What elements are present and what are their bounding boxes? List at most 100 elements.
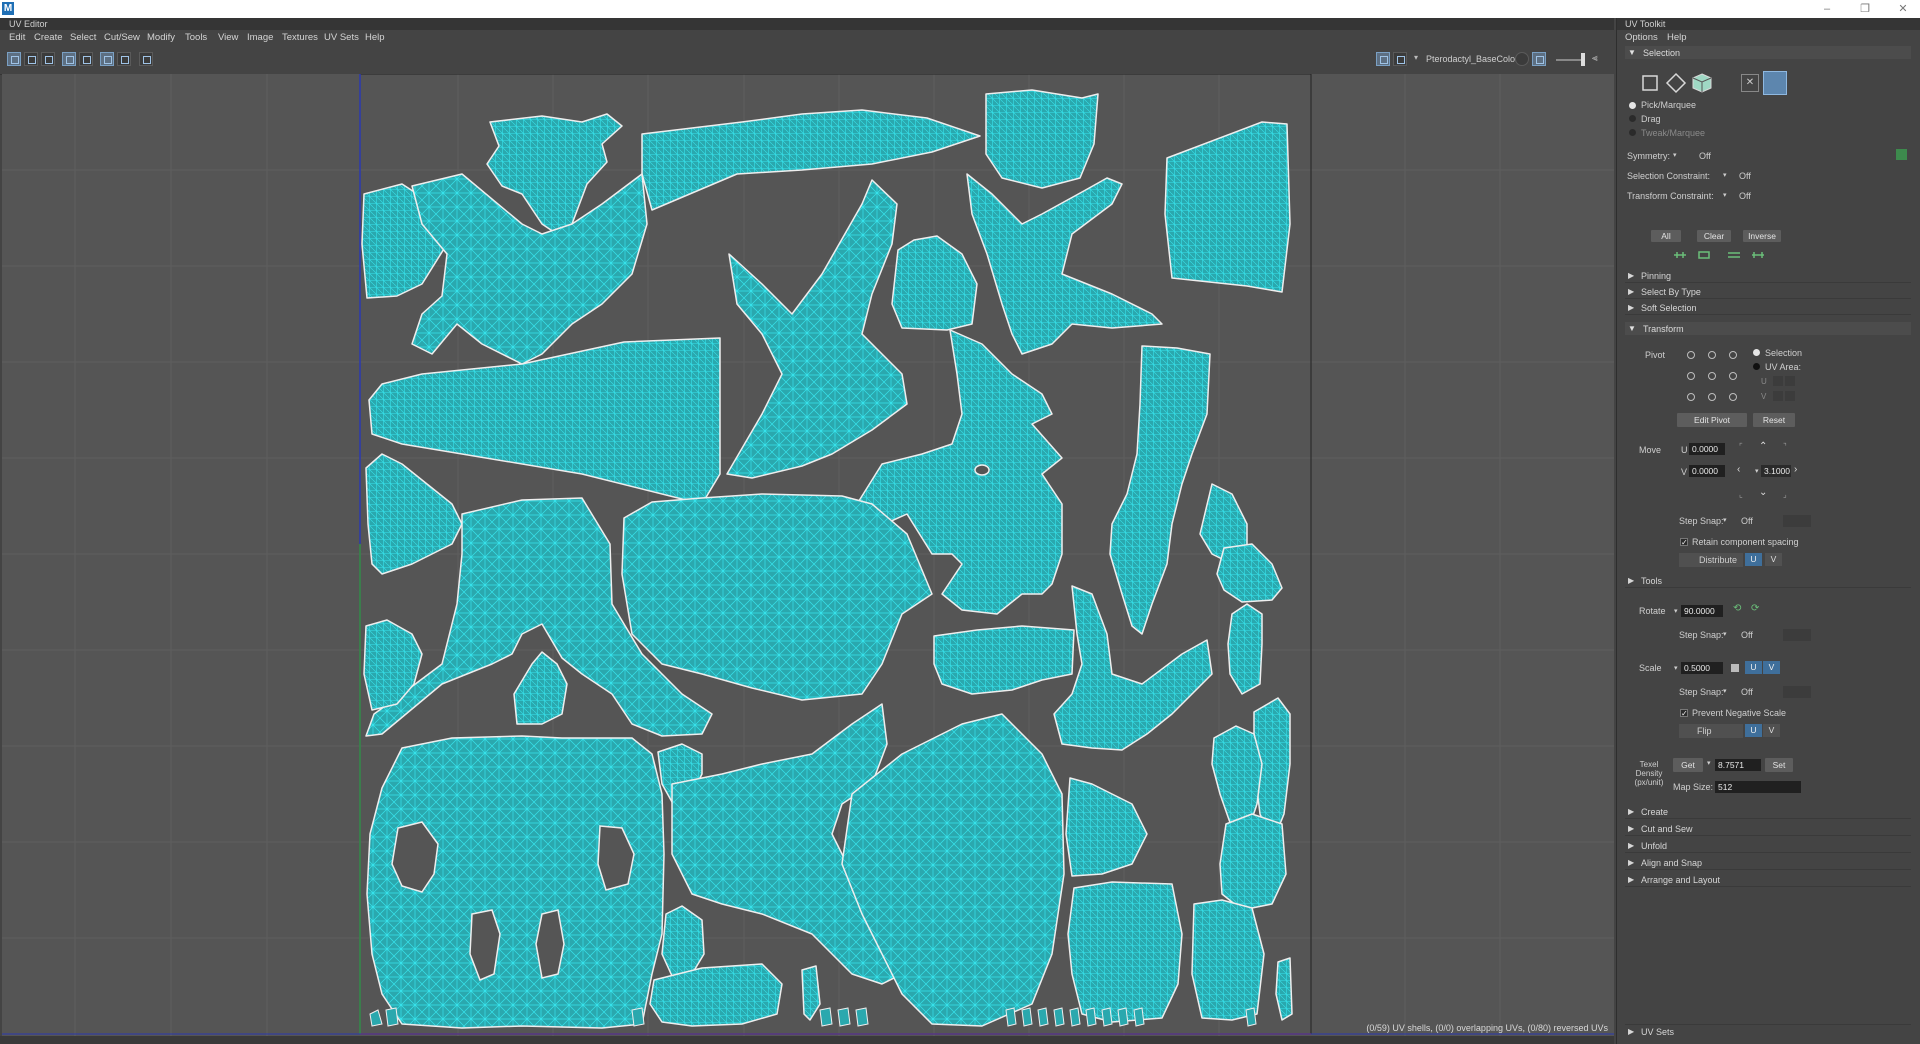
distribute-v-button[interactable]: V <box>1765 553 1782 566</box>
move-v-field[interactable]: 0.0000 <box>1689 465 1725 477</box>
menu-image[interactable]: Image <box>247 32 273 43</box>
menu-textures[interactable]: Textures <box>282 32 318 43</box>
dropdown-arrow-icon[interactable]: ▾ <box>1723 516 1727 524</box>
prevent-negative-scale-checkbox[interactable]: ✓ <box>1680 709 1688 718</box>
snapshot-toggle-icon[interactable] <box>117 52 131 66</box>
image-display-icon[interactable] <box>1376 52 1390 66</box>
shrink-selection-icon[interactable] <box>1697 250 1711 260</box>
pivot-uv-area-radio[interactable] <box>1753 363 1760 370</box>
dropdown-arrow-icon[interactable]: ▾ <box>1723 630 1727 638</box>
exposure-slider-handle[interactable] <box>1581 53 1585 66</box>
subsection-select-by-type[interactable]: ▶ Select By Type <box>1625 285 1911 299</box>
menu-help[interactable]: Help <box>365 32 385 43</box>
scale-step-snap-field[interactable] <box>1783 686 1811 698</box>
flip-v-button[interactable]: V <box>1763 724 1780 737</box>
dropdown-arrow-icon[interactable]: ▾ <box>1674 607 1678 615</box>
transform-constraint-value[interactable]: Off <box>1739 191 1751 201</box>
exposure-reset-icon[interactable] <box>1515 52 1529 66</box>
rotate-field[interactable]: 90.0000 <box>1681 605 1723 617</box>
dropdown-arrow-icon[interactable]: ▾ <box>1723 191 1727 199</box>
shell-mode-icon[interactable] <box>1763 71 1787 95</box>
select-border-icon[interactable] <box>1727 250 1741 260</box>
move-down-left-icon[interactable]: ⌞ <box>1739 490 1743 499</box>
scale-step-snap-value[interactable]: Off <box>1741 687 1753 697</box>
section-align-and-snap[interactable]: ▶ Align and Snap <box>1625 856 1911 870</box>
shaded-uv-icon[interactable] <box>24 52 38 66</box>
exposure-slider[interactable] <box>1556 59 1584 61</box>
menu-view[interactable]: View <box>218 32 238 43</box>
texel-density-field[interactable]: 8.7571 <box>1715 759 1761 771</box>
scale-v-button[interactable]: V <box>1763 661 1780 674</box>
select-shortest-edge-icon[interactable] <box>1751 250 1765 260</box>
distribute-u-button[interactable]: U <box>1745 553 1762 566</box>
subsection-soft-selection[interactable]: ▶ Soft Selection <box>1625 301 1911 315</box>
inverse-selection-button[interactable]: Inverse <box>1743 230 1781 242</box>
uv-area-v-max[interactable] <box>1785 391 1795 401</box>
retain-spacing-checkbox[interactable]: ✓ <box>1680 538 1688 547</box>
drag-radio[interactable] <box>1629 115 1636 122</box>
dropdown-arrow-icon[interactable]: ▾ <box>1707 759 1711 767</box>
scale-u-button[interactable]: U <box>1745 661 1762 674</box>
move-left-icon[interactable]: ‹ <box>1737 464 1740 475</box>
menu-edit[interactable]: Edit <box>9 32 25 43</box>
menu-toolkit-help[interactable]: Help <box>1667 32 1687 43</box>
uv-shell-select-icon[interactable]: ✕ <box>1741 74 1759 92</box>
panel-expand-icon[interactable]: ⫷ <box>1592 53 1598 64</box>
flip-button[interactable]: Flip <box>1679 724 1743 738</box>
map-size-field[interactable]: 512 <box>1715 781 1801 793</box>
move-right-icon[interactable]: › <box>1794 464 1797 475</box>
dropdown-arrow-icon[interactable]: ▾ <box>1674 664 1678 672</box>
menu-modify[interactable]: Modify <box>147 32 175 43</box>
dropdown-arrow-icon[interactable]: ▾ <box>1673 151 1677 159</box>
menu-select[interactable]: Select <box>70 32 96 43</box>
close-icon[interactable]: ✕ <box>1888 0 1918 18</box>
reset-pivot-button[interactable]: Reset <box>1753 413 1795 427</box>
uv-area-u-max[interactable] <box>1785 376 1795 386</box>
menu-tools[interactable]: Tools <box>185 32 207 43</box>
move-step-snap-value[interactable]: Off <box>1741 516 1753 526</box>
dropdown-arrow-icon[interactable]: ▾ <box>1755 467 1759 475</box>
set-texel-density-button[interactable]: Set <box>1765 758 1793 772</box>
uniform-scale-icon[interactable] <box>1731 664 1739 672</box>
rotate-step-snap-value[interactable]: Off <box>1741 630 1753 640</box>
symmetry-toggle-icon[interactable] <box>1896 149 1907 160</box>
section-selection[interactable]: ▼ Selection <box>1625 46 1911 59</box>
move-step-snap-field[interactable] <box>1783 515 1811 527</box>
uv-area-v-min[interactable] <box>1773 391 1783 401</box>
symmetry-value[interactable]: Off <box>1699 151 1711 161</box>
pivot-bottom-left-radio[interactable] <box>1687 393 1695 401</box>
dropdown-arrow-icon[interactable]: ▾ <box>1723 171 1727 179</box>
distribute-button[interactable]: Distribute <box>1679 553 1743 567</box>
gamma-icon[interactable] <box>1532 52 1546 66</box>
distortion-icon[interactable] <box>41 52 55 66</box>
texture-borders-icon[interactable] <box>62 52 76 66</box>
uv-area-u-min[interactable] <box>1773 376 1783 386</box>
subsection-tools[interactable]: ▶ Tools <box>1625 574 1911 588</box>
section-unfold[interactable]: ▶ Unfold <box>1625 839 1911 853</box>
rotate-step-snap-field[interactable] <box>1783 629 1811 641</box>
pivot-center-radio[interactable] <box>1708 372 1716 380</box>
get-texel-density-button[interactable]: Get <box>1673 758 1703 772</box>
pivot-top-right-radio[interactable] <box>1729 351 1737 359</box>
camera-icon[interactable] <box>139 52 153 66</box>
selection-constraint-value[interactable]: Off <box>1739 171 1751 181</box>
move-up-left-icon[interactable]: ⌜ <box>1739 442 1743 451</box>
flip-u-button[interactable]: U <box>1745 724 1762 737</box>
move-up-icon[interactable]: ⌃ <box>1759 441 1767 452</box>
tweak-marquee-radio[interactable] <box>1629 129 1636 136</box>
move-u-field[interactable]: 0.0000 <box>1689 443 1725 455</box>
face-select-mode-icon[interactable] <box>1691 72 1713 94</box>
pivot-bottom-right-radio[interactable] <box>1729 393 1737 401</box>
pivot-bottom-center-radio[interactable] <box>1708 393 1716 401</box>
texture-name-label[interactable]: Pterodactyl_BaseColor <box>1426 54 1518 64</box>
pivot-middle-right-radio[interactable] <box>1729 372 1737 380</box>
subsection-pinning[interactable]: ▶ Pinning <box>1625 269 1911 283</box>
edge-select-mode-icon[interactable] <box>1665 72 1687 94</box>
grow-selection-icon[interactable] <box>1673 250 1687 260</box>
pivot-selection-radio[interactable] <box>1753 349 1760 356</box>
image-options-icon[interactable] <box>1393 52 1407 66</box>
uv-viewport[interactable]: (0/59) UV shells, (0/0) overlapping UVs,… <box>2 74 1614 1036</box>
move-up-right-icon[interactable]: ⌝ <box>1783 442 1787 451</box>
menu-uv-sets[interactable]: UV Sets <box>324 32 359 43</box>
dropdown-arrow-icon[interactable]: ▾ <box>1723 687 1727 695</box>
